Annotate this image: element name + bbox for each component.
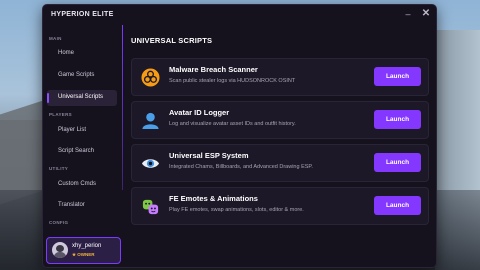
script-description: Log and visualize avatar asset IDs and o… [169, 121, 296, 127]
sidebar-item-game-scripts[interactable]: Game Scripts [47, 68, 117, 84]
close-icon[interactable]: ✕ [421, 8, 431, 20]
sidebar-item-script-search[interactable]: Script Search [47, 144, 117, 160]
window-title: HYPERION ELITE [51, 11, 114, 18]
sidebar-item-label: Game Scripts [58, 72, 95, 78]
sidebar-item-home[interactable]: Home [47, 46, 117, 62]
sidebar-item-label: Home [58, 50, 75, 56]
section-label-utility: UTILITY [49, 166, 69, 171]
script-title: Malware Breach Scanner [169, 65, 258, 74]
page-title: UNIVERSAL SCRIPTS [131, 36, 213, 45]
script-title: FE Emotes & Animations [169, 194, 258, 203]
script-description: Integrated Chams, Billboards, and Advanc… [169, 164, 313, 170]
script-card-avatar-logger: Avatar ID Logger Log and visualize avata… [131, 101, 429, 139]
user-icon [142, 112, 159, 130]
script-card-fe-emotes: FE Emotes & Animations Play FE emotes, s… [131, 187, 429, 225]
sidebar-item-label: Universal Scripts [58, 94, 104, 100]
script-description: Play FE emotes, swap animations, slots, … [169, 207, 304, 213]
script-title: Avatar ID Logger [169, 108, 230, 117]
sidebar-divider [122, 25, 123, 190]
emotes-icon [142, 199, 159, 215]
minimize-icon[interactable]: – [404, 9, 412, 19]
username: xhy_perion [72, 243, 102, 249]
biohazard-icon [141, 68, 160, 87]
sidebar-item-player-list[interactable]: Player List [47, 123, 117, 139]
launch-button[interactable]: Launch [374, 196, 421, 215]
section-label-players: PLAYERS [49, 112, 72, 117]
launch-button[interactable]: Launch [374, 153, 421, 172]
script-card-esp-system: Universal ESP System Integrated Chams, B… [131, 144, 429, 182]
sidebar-item-label: Player List [58, 127, 87, 133]
section-label-config: CONFIG [49, 220, 69, 225]
launch-button[interactable]: Launch [374, 110, 421, 129]
script-card-malware-scanner: Malware Breach Scanner Scan public steal… [131, 58, 429, 96]
sidebar-item-label: Translator [58, 202, 85, 208]
script-title: Universal ESP System [169, 151, 249, 160]
sidebar-item-universal-scripts[interactable]: Universal Scripts [47, 90, 117, 106]
sidebar-item-translator[interactable]: Translator [47, 198, 117, 214]
section-label-main: MAIN [49, 36, 62, 41]
role-label: OWNER [77, 252, 95, 257]
avatar [52, 242, 68, 258]
hyperion-window: HYPERION ELITE – ✕ MAIN Home Game Script… [42, 4, 437, 268]
owner-badge: ★ OWNER [72, 252, 95, 258]
launch-button[interactable]: Launch [374, 67, 421, 86]
sidebar: MAIN Home Game Scripts Universal Scripts… [43, 25, 121, 267]
script-description: Scan public stealer logs via HUDSONROCK … [169, 78, 296, 84]
sidebar-item-custom-cmds[interactable]: Custom Cmds [47, 177, 117, 193]
sidebar-item-label: Custom Cmds [58, 181, 97, 187]
user-profile-card[interactable]: xhy_perion ★ OWNER [46, 237, 121, 264]
eye-icon [141, 159, 160, 168]
title-bar[interactable]: HYPERION ELITE – ✕ [43, 5, 436, 25]
sidebar-item-label: Script Search [58, 148, 95, 154]
